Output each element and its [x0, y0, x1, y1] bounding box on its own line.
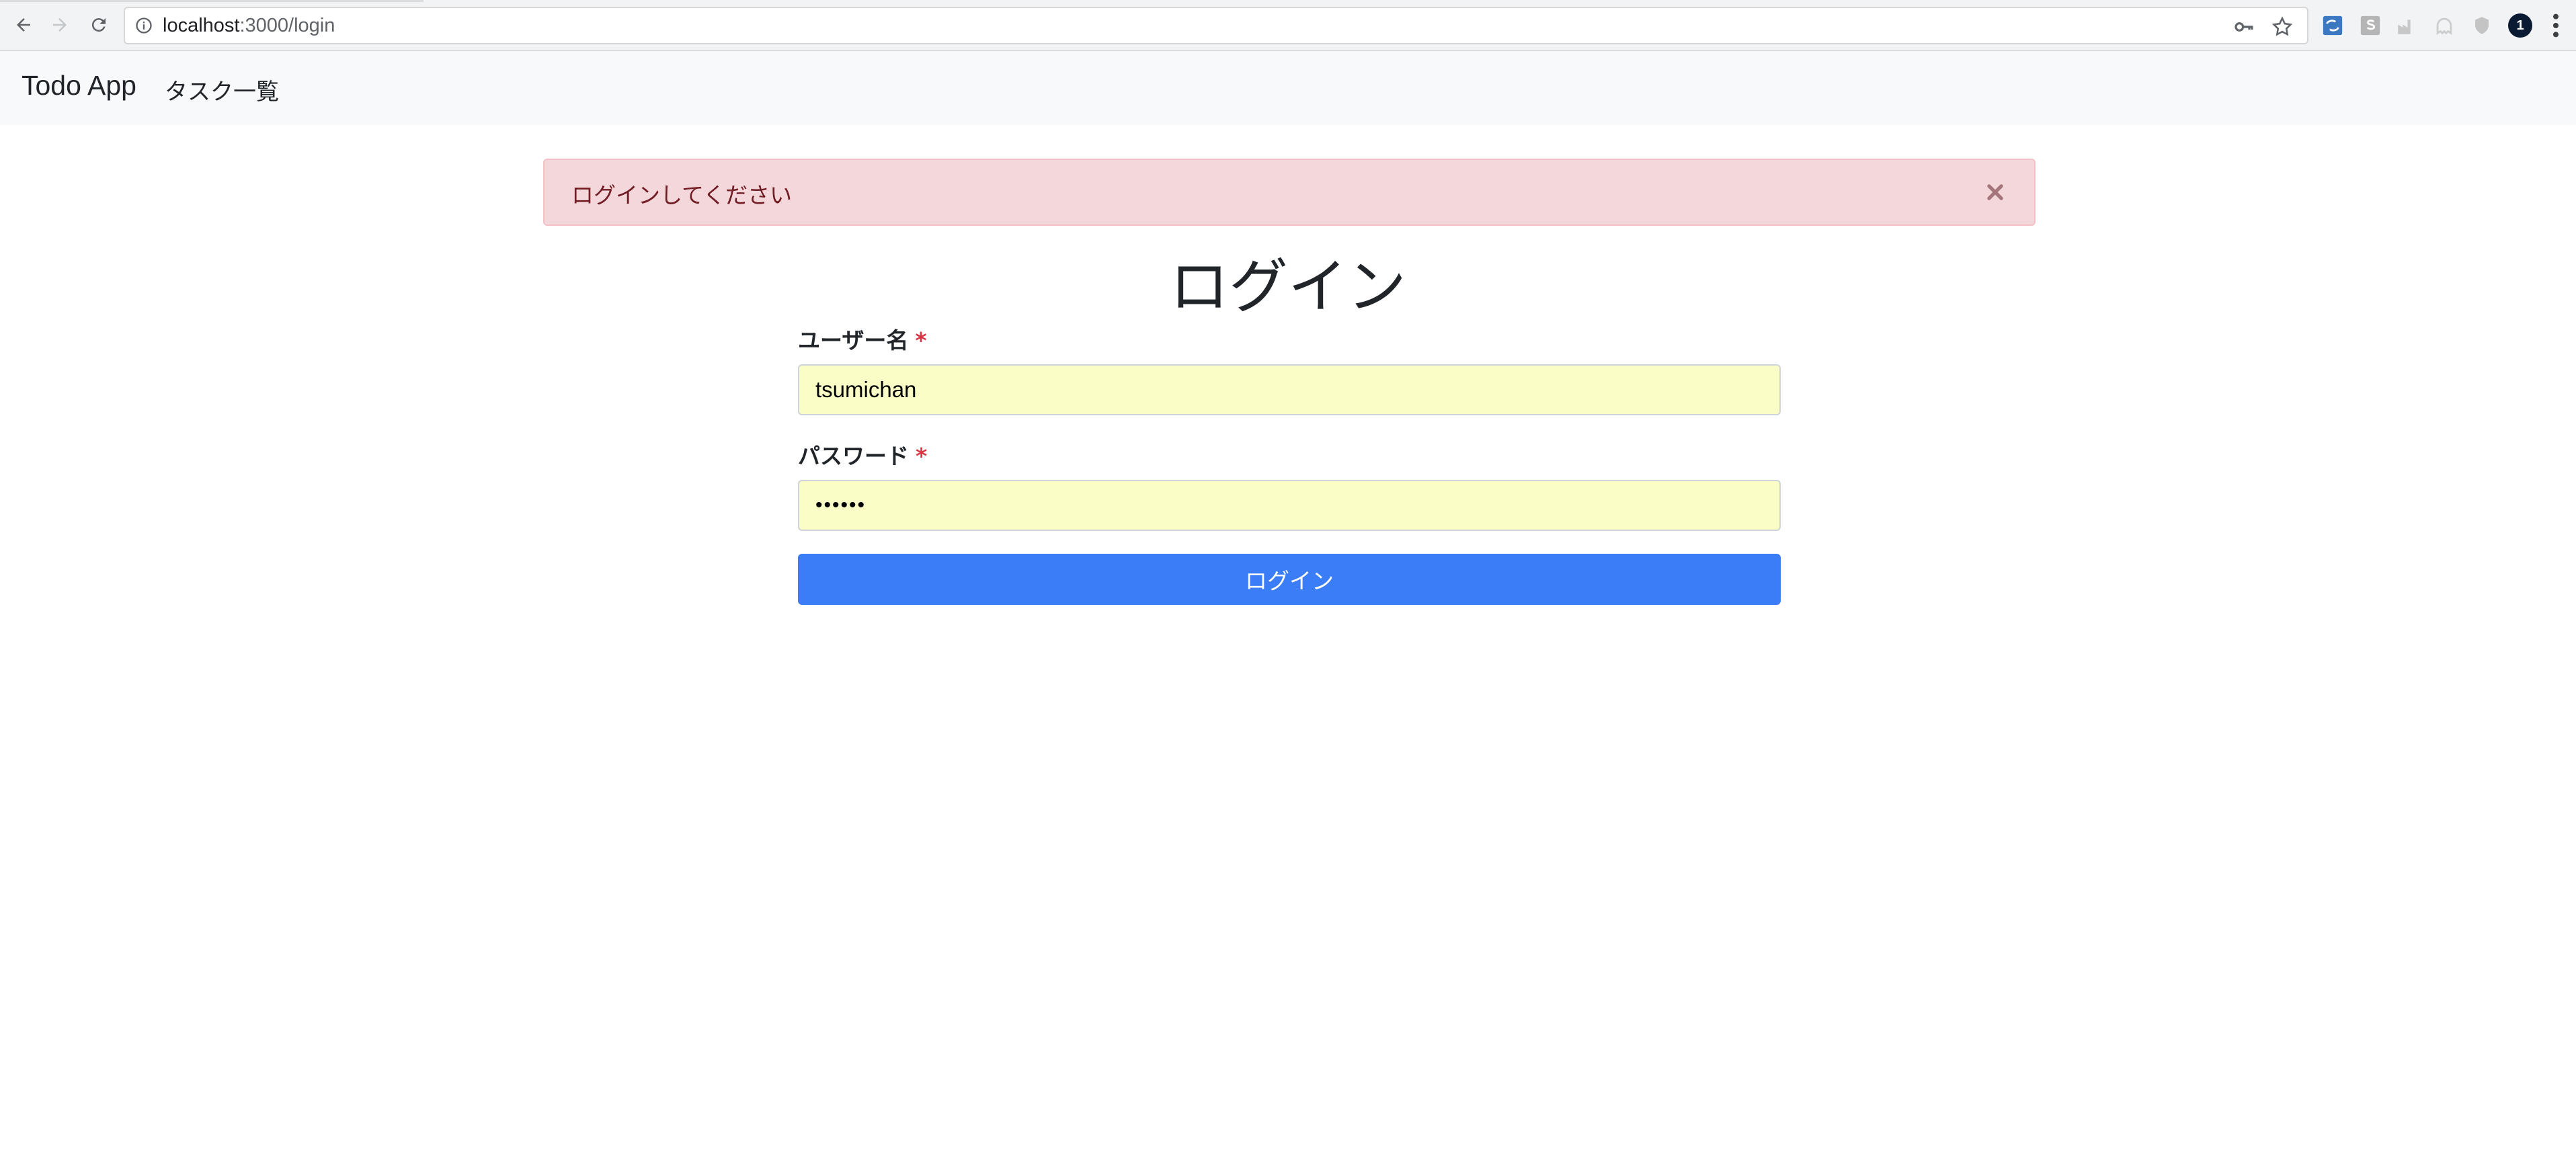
browser-toolbar: localhost:3000/login 1	[0, 0, 2576, 51]
forward-button[interactable]	[44, 9, 75, 40]
arrow-right-icon	[53, 18, 67, 32]
close-icon	[1987, 184, 2003, 200]
info-icon[interactable]	[134, 16, 153, 35]
alert-message: ログインしてください	[571, 182, 793, 208]
url-path: :3000/login	[239, 14, 335, 36]
tab-strip	[0, 0, 424, 2]
username-label-text: ユーザー名	[798, 327, 909, 353]
app-navbar: Todo App タスク一覧	[0, 51, 2576, 125]
reload-button[interactable]	[83, 9, 114, 40]
username-input[interactable]: tsumichan	[798, 364, 1781, 415]
extension-5-button[interactable]	[2470, 13, 2494, 38]
extension-3-button[interactable]	[2394, 13, 2419, 38]
key-icon[interactable]	[2233, 16, 2255, 38]
page-title: ログイン	[1169, 252, 1406, 321]
sync-extension-icon	[2323, 15, 2343, 36]
alert-close-button[interactable]	[1982, 177, 2009, 207]
more-menu-icon[interactable]	[2548, 12, 2564, 39]
password-label: パスワード *	[798, 438, 927, 470]
profile-badge-icon[interactable]: 1	[2508, 13, 2532, 38]
password-label-text: パスワード	[798, 443, 909, 469]
nav-link-task-list[interactable]: タスク一覧	[165, 73, 279, 106]
shield-extension-icon	[2475, 17, 2489, 34]
url-host: localhost	[163, 14, 240, 36]
arrow-left-icon	[17, 18, 30, 32]
extension-4-button[interactable]	[2432, 13, 2456, 38]
username-required-mark: *	[915, 327, 927, 353]
star-icon[interactable]	[2271, 15, 2294, 38]
password-required-mark: *	[916, 443, 928, 469]
login-submit-button[interactable]: ログイン	[798, 554, 1781, 605]
s-extension-icon	[2360, 15, 2380, 36]
password-input[interactable]: ••••••	[798, 480, 1781, 531]
password-value: ••••••	[815, 494, 867, 516]
navbar-brand[interactable]: Todo App	[22, 70, 136, 101]
flash-alert: ログインしてください	[543, 159, 2036, 226]
back-button[interactable]	[8, 9, 39, 40]
address-url: localhost:3000/login	[163, 15, 335, 37]
extension-1-button[interactable]	[2321, 13, 2345, 38]
address-bar[interactable]: localhost:3000/login	[124, 7, 2308, 44]
username-value: tsumichan	[815, 377, 917, 402]
factory-extension-icon	[2398, 19, 2411, 34]
ghost-extension-icon	[2436, 17, 2452, 35]
reload-icon	[91, 18, 106, 32]
extension-2-button[interactable]	[2358, 13, 2382, 38]
username-label: ユーザー名 *	[798, 323, 927, 355]
